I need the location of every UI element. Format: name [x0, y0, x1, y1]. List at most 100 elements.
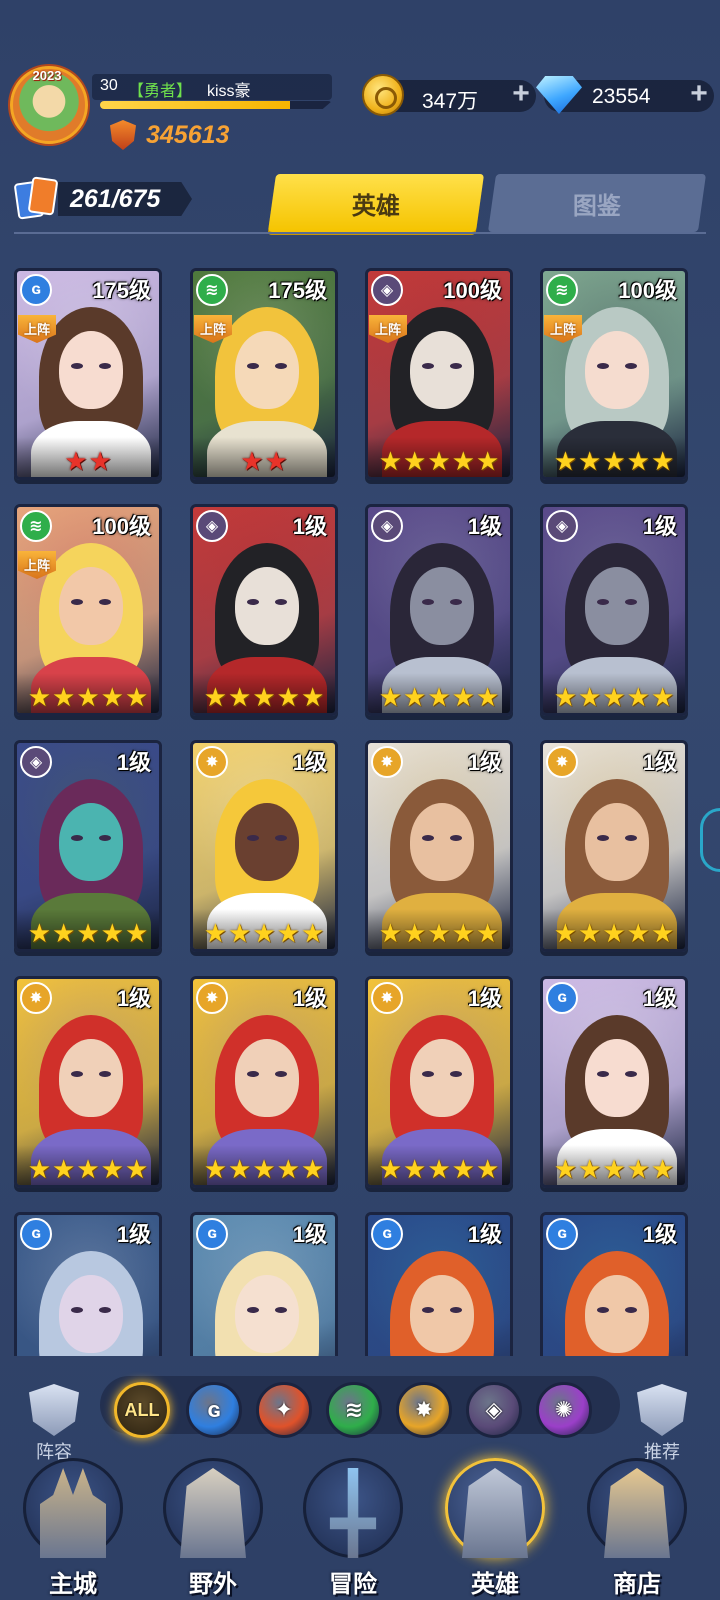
lineup-button[interactable]: 阵容	[24, 1384, 84, 1464]
hero-card[interactable]: ✸ 1级 ★ ★ ★ ★ ★	[14, 976, 162, 1188]
shadow-element-icon: ◈	[371, 510, 403, 542]
filter-fire-icon[interactable]: ✦	[256, 1382, 312, 1438]
star-icon: ★	[602, 682, 626, 712]
hero-level: 100级	[618, 278, 677, 303]
hero-card[interactable]: ◈ 1级 ★ ★ ★ ★ ★	[190, 504, 338, 716]
star-icon: ★	[252, 1154, 276, 1184]
star-icon: ★	[602, 1154, 626, 1184]
star-icon: ★	[553, 1154, 578, 1184]
hero-level: 1级	[467, 514, 502, 539]
hero-card[interactable]: ɢ1级★★★★★	[190, 1212, 338, 1356]
hero-card[interactable]: ◈ 1级 ★ ★ ★ ★ ★	[540, 504, 688, 716]
hero-card[interactable]: ɢ1级★★★★★	[540, 976, 688, 1188]
star-icon: ★	[475, 918, 500, 948]
star-icon: ★	[300, 918, 325, 948]
exp-bar	[100, 101, 332, 109]
wind-element-icon: ≋	[20, 510, 52, 542]
tab-codex[interactable]: 图鉴	[487, 174, 707, 232]
light-element-icon: ✸	[546, 746, 578, 778]
star-icon: ★	[451, 446, 475, 476]
add-gem-button[interactable]: +	[684, 79, 714, 110]
hero-card[interactable]: ≋ 100级 上阵 ★ ★ ★ ★ ★	[14, 504, 162, 716]
water-element-icon: ɢ	[371, 1218, 403, 1250]
filter-arcane-icon[interactable]: ✺	[536, 1382, 592, 1438]
star-icon: ★	[52, 1154, 76, 1184]
hero-level: 1级	[116, 986, 151, 1011]
star-rating: ★ ★ ★ ★ ★	[543, 448, 685, 474]
hero-card[interactable]: ✸ 1级 ★ ★ ★ ★ ★	[540, 740, 688, 952]
player-level: 30	[100, 77, 118, 94]
nav-shop[interactable]: 商店	[582, 1458, 692, 1598]
star-icon: ★	[475, 682, 500, 712]
hero-card[interactable]: ɢ1级★★★★★	[14, 1212, 162, 1356]
combat-power-value: 345613	[146, 121, 230, 149]
nav-heroes[interactable]: 英雄	[440, 1458, 550, 1598]
star-icon: ★	[76, 1154, 100, 1184]
combat-power-icon	[110, 120, 136, 150]
hero-card[interactable]: ◈ 100级 上阵 ★ ★ ★ ★ ★	[365, 268, 513, 480]
star-rating: ★ ★ ★ ★ ★	[17, 1156, 159, 1182]
star-icon: ★	[451, 1154, 475, 1184]
star-icon: ★	[124, 918, 149, 948]
star-icon: ★	[578, 682, 602, 712]
hero-card[interactable]: ɢ1级★★★★★	[365, 1212, 513, 1356]
star-rating: ★ ★ ★ ★ ★	[543, 1156, 685, 1182]
hero-card[interactable]: ◈ 1级 ★ ★ ★ ★ ★	[14, 740, 162, 952]
hero-card[interactable]: ✸ 1级 ★ ★ ★ ★ ★	[190, 740, 338, 952]
filter-light-icon[interactable]: ✸	[396, 1382, 452, 1438]
star-icon: ★	[264, 446, 288, 476]
add-gold-button[interactable]: +	[506, 79, 536, 110]
star-rating: ★ ★ ★ ★ ★	[368, 448, 510, 474]
star-icon: ★	[403, 1154, 427, 1184]
star-icon: ★	[228, 682, 252, 712]
nav-label: 主城	[49, 1571, 97, 1598]
star-icon: ★	[203, 918, 228, 948]
hero-card[interactable]: ✸ 1级 ★ ★ ★ ★ ★	[190, 976, 338, 1188]
filter-all-button[interactable]: ALL	[114, 1382, 170, 1438]
star-icon: ★	[76, 918, 100, 948]
hero-card[interactable]: ɢ 175级 上阵 ★ ★	[14, 268, 162, 480]
recommend-button[interactable]: 推荐	[632, 1384, 692, 1464]
star-icon: ★	[276, 918, 300, 948]
hero-card[interactable]: ≋ 100级 上阵 ★ ★ ★ ★ ★	[540, 268, 688, 480]
star-icon: ★	[650, 446, 675, 476]
avatar-year-badge: 2023	[32, 68, 62, 83]
star-rating: ★ ★ ★ ★ ★	[368, 684, 510, 710]
tab-heroes-label: 英雄	[352, 192, 400, 220]
filter-water-icon[interactable]: ɢ	[186, 1382, 242, 1438]
water-element-icon: ɢ	[20, 1218, 52, 1250]
star-icon: ★	[427, 446, 451, 476]
nav-adventure[interactable]: 冒险	[298, 1458, 408, 1598]
shadow-element-icon: ◈	[20, 746, 52, 778]
hero-level: 1级	[292, 986, 327, 1011]
wind-element-icon: ≋	[546, 274, 578, 306]
hero-grid: ɢ 175级 上阵 ★ ★ ≋ 175级 上阵 ★ ★ ◈ 100级 上阵 ★ ★ ★ ★ ★ ≋ 100级 上阵 ★ ★ ★…	[0, 240, 720, 1356]
star-icon: ★	[27, 1154, 52, 1184]
nav-city[interactable]: 主城	[18, 1458, 128, 1598]
hero-level: 1级	[642, 1222, 677, 1247]
filter-wind-icon[interactable]: ≋	[326, 1382, 382, 1438]
tab-heroes[interactable]: 英雄	[267, 174, 485, 232]
star-icon: ★	[124, 1154, 149, 1184]
star-icon: ★	[553, 446, 578, 476]
star-icon: ★	[578, 918, 602, 948]
tab-divider	[14, 232, 706, 234]
star-rating: ★ ★ ★ ★ ★	[543, 684, 685, 710]
side-drawer-handle[interactable]	[700, 808, 720, 872]
hero-level: 1级	[642, 514, 677, 539]
hero-card[interactable]: ≋ 175级 上阵 ★ ★	[190, 268, 338, 480]
star-icon: ★	[124, 682, 149, 712]
hero-card[interactable]: ✸ 1级 ★ ★ ★ ★ ★	[365, 976, 513, 1188]
nav-wild[interactable]: 野外	[158, 1458, 268, 1598]
hero-card[interactable]: ◈ 1级 ★ ★ ★ ★ ★	[365, 504, 513, 716]
filter-shadow-icon[interactable]: ◈	[466, 1382, 522, 1438]
hero-level: 1级	[116, 750, 151, 775]
star-icon: ★	[626, 682, 650, 712]
hero-card[interactable]: ✸ 1级 ★ ★ ★ ★ ★	[365, 740, 513, 952]
hero-card[interactable]: ɢ1级★★★★★	[540, 1212, 688, 1356]
hero-level: 100级	[443, 278, 502, 303]
star-rating: ★ ★ ★ ★ ★	[17, 684, 159, 710]
star-icon: ★	[475, 446, 500, 476]
shadow-element-icon: ◈	[371, 274, 403, 306]
water-element-icon: ɢ	[196, 1218, 228, 1250]
